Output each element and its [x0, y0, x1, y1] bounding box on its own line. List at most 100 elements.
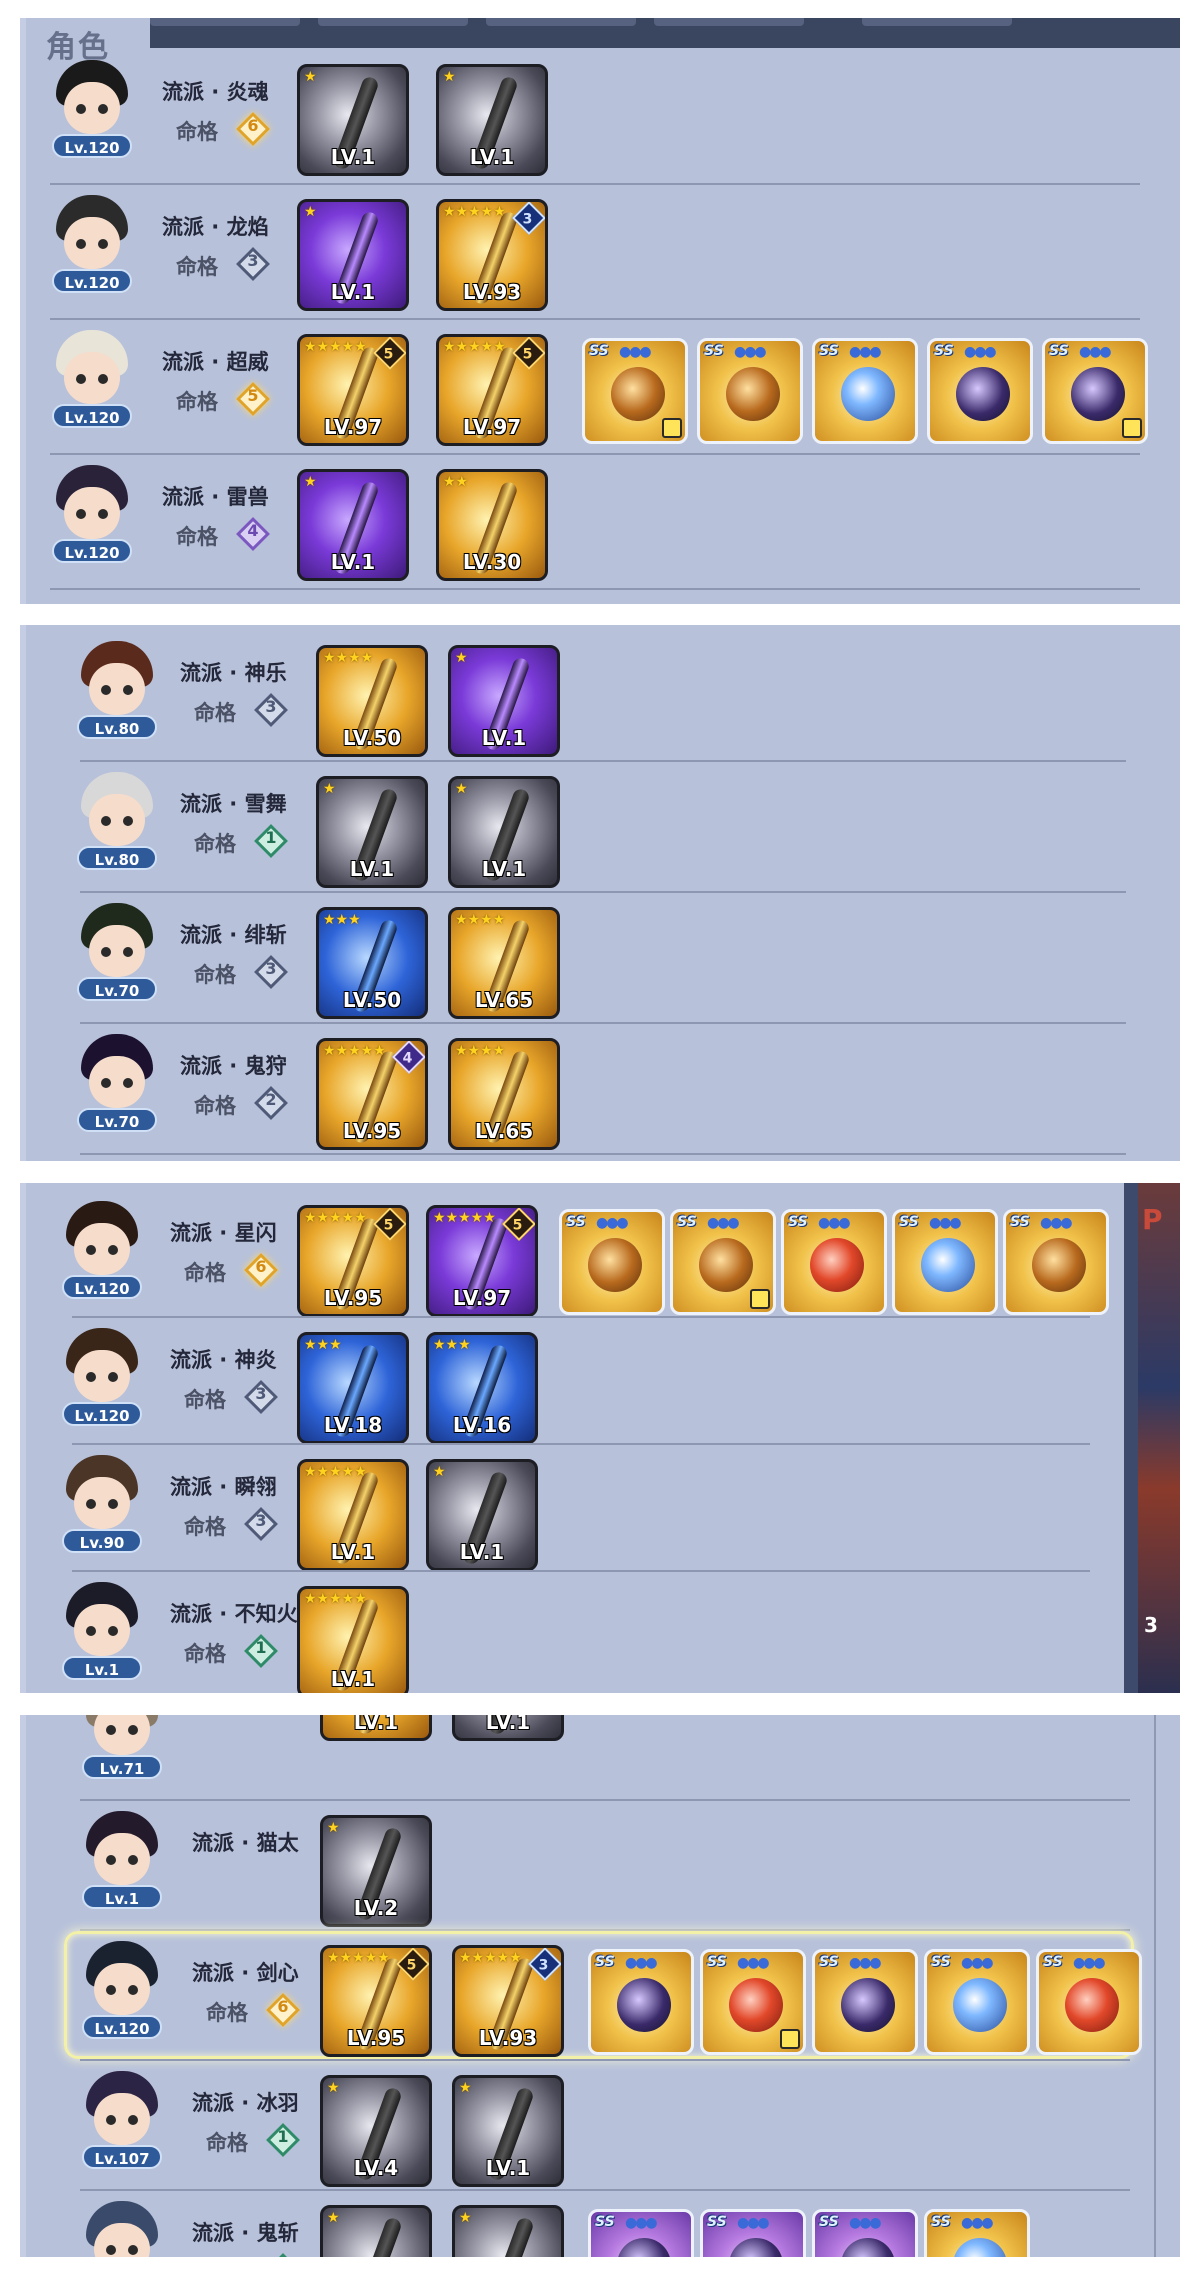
equipment-item[interactable]: SS ●●●	[812, 2209, 918, 2257]
weapon-slot[interactable]: ★LV.1	[448, 776, 560, 888]
character-avatar[interactable]	[50, 465, 134, 549]
character-avatar[interactable]	[80, 1941, 164, 2025]
character-row[interactable]: Lv.1 流派 · 不知火 命格 1 ★★★★★ LV.1	[20, 1576, 1180, 1693]
weapon-slot[interactable]: ★LV.1	[448, 645, 560, 757]
avatar-eye	[76, 239, 86, 249]
weapon-slot[interactable]: ★★★★★ 5 LV.95	[297, 1205, 409, 1317]
character-avatar[interactable]	[80, 2071, 164, 2155]
weapon-slot[interactable]: ★★★★★ LV.1	[297, 1459, 409, 1571]
character-row[interactable]: Lv.120 流派 · 龙焰 命格 3 ★ LV.1 ★★★★★ 3 LV.93	[20, 189, 1180, 321]
character-avatar[interactable]	[60, 1582, 144, 1666]
top-tab[interactable]	[150, 18, 300, 26]
weapon-slot[interactable]: ★★★★★ 5 LV.97	[426, 1205, 538, 1317]
weapon-slot[interactable]: ★LV.1	[436, 64, 548, 176]
weapon-slot[interactable]: ★★★★ LV.65	[448, 907, 560, 1019]
character-row[interactable]: Lv.90 流派 · 瞬翎 命格 3 ★★★★★ LV.1 ★ LV.1	[20, 1449, 1180, 1581]
equipment-item[interactable]: SS ●●●	[1036, 1949, 1142, 2055]
weapon-slot[interactable]: ★★★ LV.16	[426, 1332, 538, 1444]
star-rating: ★	[327, 2080, 340, 2096]
weapon-slot[interactable]: ★★★★★ 5 LV.95	[320, 1945, 432, 2057]
equipment-item[interactable]: SS ●●●	[697, 338, 803, 444]
weapon-slot[interactable]: ★★★★★ 5 LV.97	[436, 334, 548, 446]
weapon-slot[interactable]: ★LV.1	[297, 199, 409, 311]
character-row[interactable]: 流派 · 鬼斩命格1★★SS●●●SS●●●SS●●●SS●●●	[20, 2195, 1180, 2257]
top-tab[interactable]	[486, 18, 636, 26]
character-row[interactable]: Lv.120 流派 · 星闪 命格 6 ★★★★★ 5 LV.95 ★★★★★ 5 LV.97 SS…	[20, 1195, 1180, 1327]
weapon-slot[interactable]: ★★★★★ 3 LV.93	[436, 199, 548, 311]
weapon-slot[interactable]: ★★LV.1	[320, 1715, 432, 1741]
character-row[interactable]: Lv.107 流派 · 冰羽 命格 1 ★ LV.4 ★ LV.1	[20, 2065, 1180, 2197]
character-avatar[interactable]	[50, 330, 134, 414]
equipment-item[interactable]: SS ●●●	[924, 2209, 1030, 2257]
equipment-item[interactable]: SS ●●●	[588, 2209, 694, 2257]
equipment-item[interactable]: SS ●●●	[1042, 338, 1148, 444]
equipment-item[interactable]: SS ●●●	[559, 1209, 665, 1315]
character-row[interactable]: Lv.71命格2★★LV.1★LV.1	[20, 1715, 1180, 1807]
character-avatar[interactable]	[75, 772, 159, 856]
weapon-slot[interactable]: ★LV.1	[452, 1715, 564, 1741]
character-avatar[interactable]	[75, 903, 159, 987]
weapon-slot[interactable]: ★★★★★ 3 LV.93	[452, 1945, 564, 2057]
character-row[interactable]: Lv.120 流派 · 炎魂 命格 6 ★ LV.1 ★ LV.1	[20, 54, 1180, 186]
weapon-slot[interactable]: ★LV.1	[297, 64, 409, 176]
weapon-slot[interactable]: ★★★★ LV.65	[448, 1038, 560, 1150]
equipment-item[interactable]: SS ●●●	[812, 1949, 918, 2055]
equipment-item[interactable]: SS ●●●	[700, 2209, 806, 2257]
school-name: 流派 · 神炎	[170, 1348, 277, 1372]
character-row[interactable]: Lv.70 流派 · 鬼狩 命格 2 ★★★★★ 4 LV.95 ★★★★ LV.65	[20, 1028, 1180, 1160]
weapon-slot[interactable]: ★★★★★ LV.1	[297, 1586, 409, 1693]
character-avatar[interactable]	[75, 1034, 159, 1118]
character-avatar[interactable]	[50, 195, 134, 279]
equipment-item[interactable]: SS ●●●	[781, 1209, 887, 1315]
equipment-item[interactable]: SS ●●●	[670, 1209, 776, 1315]
weapon-slot[interactable]: ★★★★ LV.50	[316, 645, 428, 757]
weapon-slot[interactable]: ★ LV.2	[320, 1815, 432, 1927]
equipment-item[interactable]: SS ●●●	[588, 1949, 694, 2055]
weapon-slot[interactable]: ★LV.1	[316, 776, 428, 888]
character-row[interactable]: Lv.80 流派 · 神乐 命格 3 ★★★★ LV.50 ★ LV.1	[20, 635, 1180, 767]
equipment-item[interactable]: SS ●●●	[700, 1949, 806, 2055]
equipment-item[interactable]: SS ●●●	[927, 338, 1033, 444]
character-row[interactable]: Lv.1 流派 · 猫太 ★ LV.2	[20, 1805, 1180, 1937]
star-rating: ★	[327, 2210, 340, 2226]
character-row[interactable]: Lv.120 流派 · 剑心 命格 6 ★★★★★ 5 LV.95 ★★★★★ 3 LV.93 SS…	[20, 1935, 1180, 2067]
weapon-slot[interactable]: ★LV.1	[297, 469, 409, 581]
avatar-eye	[86, 1245, 96, 1255]
character-row[interactable]: Lv.120 流派 · 神炎 命格 3 ★★★ LV.18 ★★★ LV.16	[20, 1322, 1180, 1454]
top-tab[interactable]	[654, 18, 804, 26]
top-tab[interactable]	[318, 18, 468, 26]
top-tab[interactable]	[862, 18, 1012, 26]
star-rating: ★★★★★	[327, 1950, 390, 1966]
character-avatar[interactable]	[75, 641, 159, 725]
weapon-slot[interactable]: ★★★★★ 4 LV.95	[316, 1038, 428, 1150]
weapon-slot[interactable]: ★	[320, 2205, 432, 2257]
character-avatar[interactable]	[60, 1328, 144, 1412]
weapon-slot[interactable]: ★LV.1	[426, 1459, 538, 1571]
school-name: 流派 · 雪舞	[180, 792, 287, 816]
equipment-item[interactable]: SS ●●●	[892, 1209, 998, 1315]
character-row[interactable]: Lv.120 流派 · 雷兽 命格 4 ★ LV.1 ★★ LV.30	[20, 459, 1180, 591]
weapon-level: LV.95	[342, 1119, 402, 1143]
character-avatar[interactable]	[60, 1455, 144, 1539]
weapon-slot[interactable]: ★	[452, 2205, 564, 2257]
star-rating: ★	[304, 69, 317, 85]
character-avatar[interactable]	[60, 1201, 144, 1285]
weapon-slot[interactable]: ★★★ LV.50	[316, 907, 428, 1019]
character-row[interactable]: Lv.70 流派 · 绯斩 命格 3 ★★★ LV.50 ★★★★ LV.65	[20, 897, 1180, 1029]
weapon-slot[interactable]: ★★★★★ 5 LV.97	[297, 334, 409, 446]
equipment-item[interactable]: SS ●●●	[1003, 1209, 1109, 1315]
weapon-slot[interactable]: ★★ LV.30	[436, 469, 548, 581]
avatar-eye	[76, 374, 86, 384]
character-avatar[interactable]	[50, 60, 134, 144]
character-row[interactable]: Lv.80 流派 · 雪舞 命格 1 ★ LV.1 ★ LV.1	[20, 766, 1180, 898]
weapon-slot[interactable]: ★LV.1	[452, 2075, 564, 2187]
character-avatar[interactable]	[80, 2201, 164, 2257]
equipment-item[interactable]: SS ●●●	[582, 338, 688, 444]
weapon-slot[interactable]: ★ LV.4	[320, 2075, 432, 2187]
character-avatar[interactable]	[80, 1811, 164, 1895]
character-row[interactable]: Lv.120 流派 · 超威 命格 5 ★★★★★ 5 LV.97 ★★★★★ 5 LV.97 SS…	[20, 324, 1180, 456]
weapon-slot[interactable]: ★★★ LV.18	[297, 1332, 409, 1444]
equipment-item[interactable]: SS ●●●	[812, 338, 918, 444]
fate-label: 命格	[176, 255, 218, 279]
equipment-item[interactable]: SS ●●●	[924, 1949, 1030, 2055]
